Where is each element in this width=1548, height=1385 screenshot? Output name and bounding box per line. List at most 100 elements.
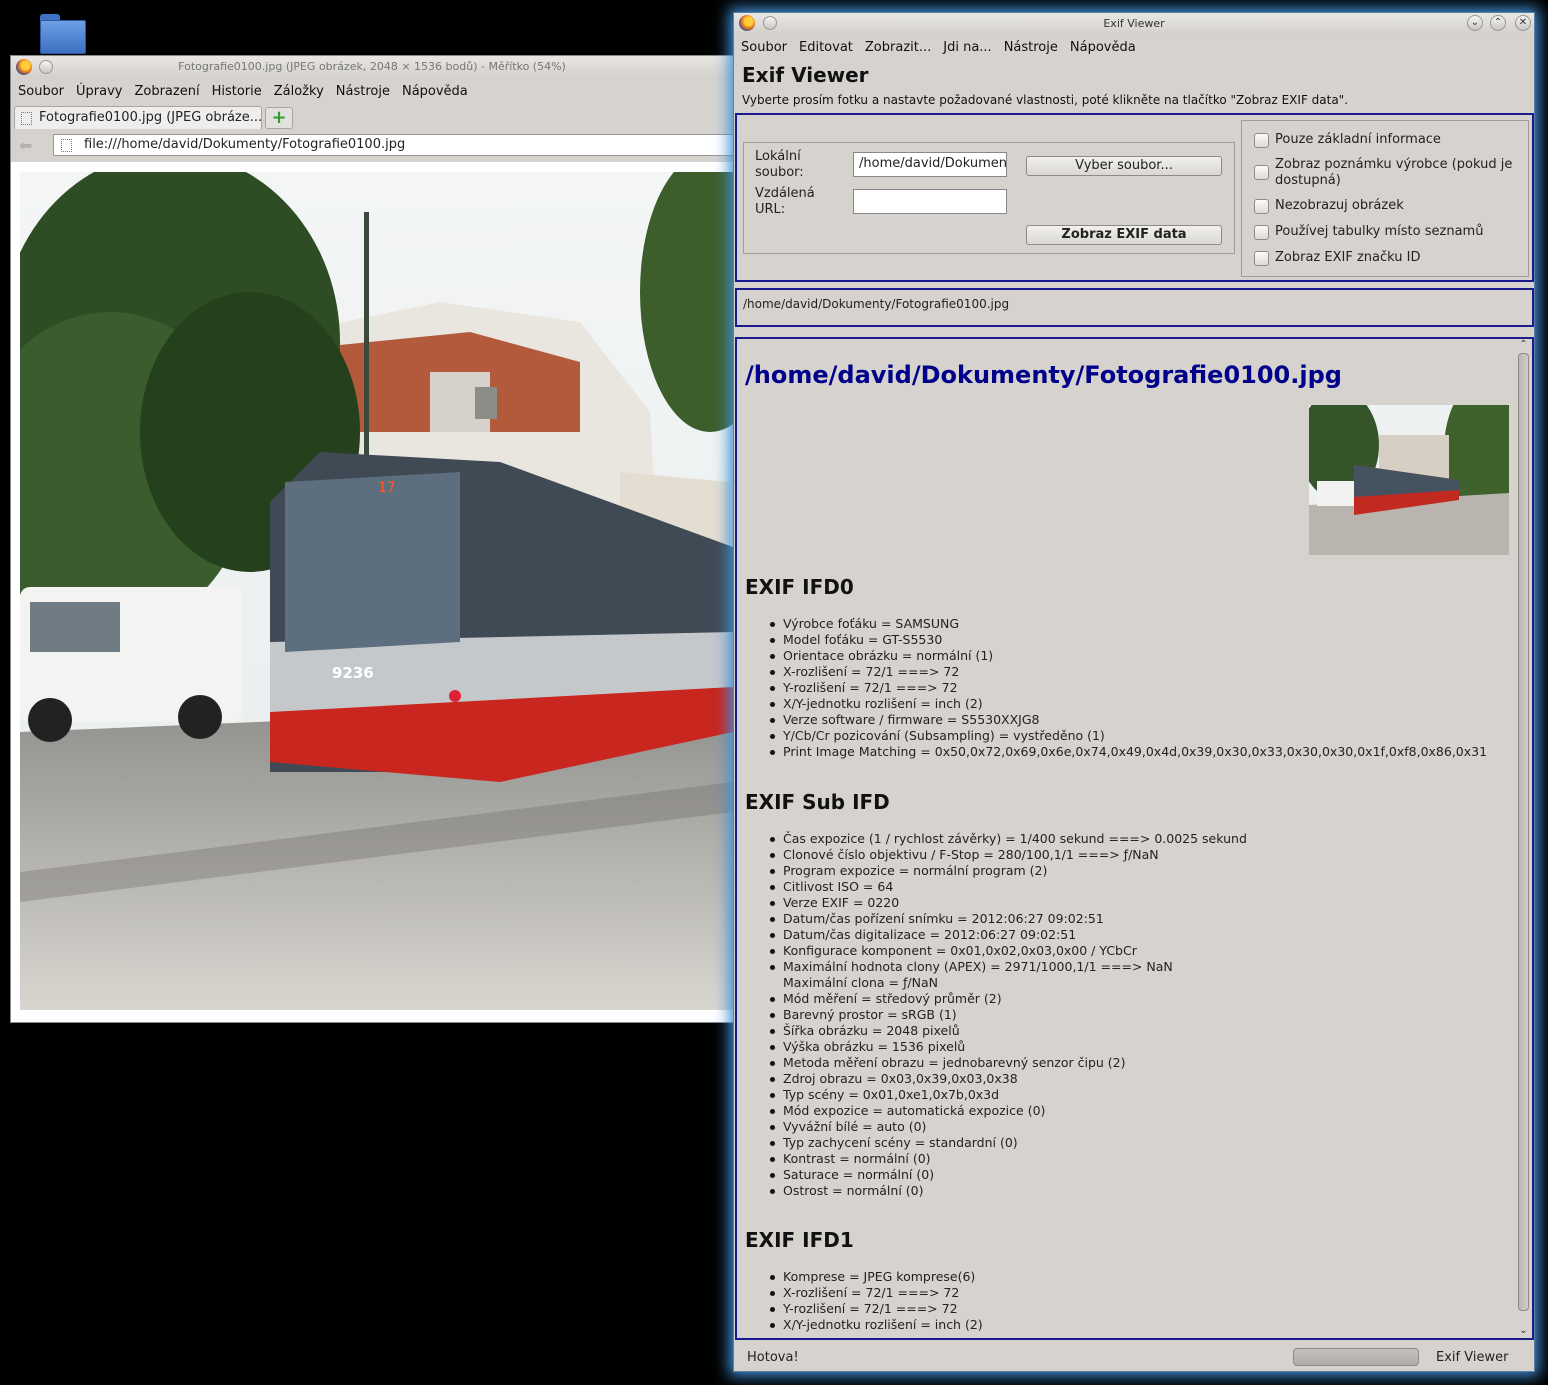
menu-zobrazit[interactable]: Zobrazit... (865, 40, 931, 55)
option-tag-id-checkbox[interactable] (1254, 251, 1269, 266)
remote-url-label: Vzdálená URL: (755, 186, 815, 217)
menu-soubor[interactable]: Soubor (18, 84, 64, 99)
page-icon (61, 139, 72, 152)
option-tables-label: Používej tabulky místo seznamů (1275, 224, 1484, 239)
list-item: Barevný prostor = sRGB (1) (770, 1007, 1247, 1023)
list-item: Zdroj obrazu = 0x03,0x39,0x03,0x38 (770, 1071, 1247, 1087)
option-basic-label: Pouze základní informace (1275, 132, 1441, 147)
tram-photo[interactable]: 9236 17 (20, 172, 733, 1010)
list-item: Šířka obrázku = 2048 pixelů (770, 1023, 1247, 1039)
menu-historie[interactable]: Historie (212, 84, 262, 99)
list-item: X/Y-jednotku rozlišení = inch (2) (769, 696, 1487, 712)
list-item: Typ scény = 0x01,0xe1,0x7b,0x3d (770, 1087, 1247, 1103)
browser-content: 9236 17 (11, 162, 733, 1022)
menu-jdi-na[interactable]: Jdi na... (943, 40, 991, 55)
close-icon[interactable]: ✕ (1515, 15, 1531, 31)
menu-napoveda[interactable]: Nápověda (402, 84, 468, 99)
status-app-name: Exif Viewer (1436, 1350, 1509, 1365)
menu-napoveda[interactable]: Nápověda (1070, 40, 1136, 55)
scrollbar-thumb[interactable] (1518, 353, 1529, 1311)
nav-bar: ⬅ file:///home/david/Dokumenty/Fotografi… (11, 130, 735, 160)
show-exif-button[interactable]: Zobraz EXIF data (1026, 225, 1222, 245)
tab-fotografie[interactable]: Fotografie0100.jpg (JPEG obráze... (14, 106, 262, 129)
back-arrow-icon[interactable]: ⬅ (19, 136, 32, 155)
ifd0-list: Výrobce foťáku = SAMSUNG Model foťáku = … (769, 616, 1487, 760)
tram-line: 17 (378, 480, 396, 496)
output-frame: /home/david/Dokumenty/Fotografie0100.jpg… (735, 337, 1534, 1340)
option-basic-checkbox[interactable] (1254, 133, 1269, 148)
choose-file-button[interactable]: Vyber soubor... (1026, 156, 1222, 176)
sub-ifd-list: Čas expozice (1 / rychlost závěrky) = 1/… (770, 831, 1247, 1199)
scroll-up-icon[interactable]: ⌃ (1515, 339, 1532, 351)
local-file-label: Lokální soubor: (755, 149, 804, 180)
list-item: Verze software / firmware = S5530XXJG8 (769, 712, 1487, 728)
menu-upravy[interactable]: Úpravy (76, 84, 122, 99)
list-item: Datum/čas digitalizace = 2012:06:27 09:0… (770, 927, 1247, 943)
list-item: Clonové číslo objektivu / F-Stop = 280/1… (770, 847, 1247, 863)
list-item: Mód expozice = automatická expozice (0) (770, 1103, 1247, 1119)
option-maker-note-label: Zobraz poznámku výrobce (pokud je dostup… (1275, 157, 1513, 188)
option-no-image-label: Nezobrazuj obrázek (1275, 198, 1404, 213)
ifd1-list: Komprese = JPEG komprese(6) X-rozlišení … (770, 1269, 983, 1333)
tab-bar: Fotografie0100.jpg (JPEG obráze... + (11, 104, 733, 130)
path-frame: /home/david/Dokumenty/Fotografie0100.jpg (735, 288, 1534, 327)
list-item: Kontrast = normální (0) (770, 1151, 1247, 1167)
menu-nastroje[interactable]: Nástroje (336, 84, 390, 99)
output-scrollbar[interactable]: ⌃ ⌄ (1515, 339, 1532, 1338)
browser-window: Fotografie0100.jpg (JPEG obrázek, 2048 ×… (10, 55, 735, 1023)
browser-menubar: Soubor Úpravy Zobrazení Historie Záložky… (11, 78, 733, 104)
list-item: X-rozlišení = 72/1 ===> 72 (770, 1285, 983, 1301)
new-tab-button[interactable]: + (265, 107, 293, 129)
photo-thumbnail (1309, 405, 1509, 555)
section-heading-ifd1: EXIF IFD1 (745, 1228, 854, 1252)
list-item: Saturace = normální (0) (770, 1167, 1247, 1183)
list-item: Čas expozice (1 / rychlost závěrky) = 1/… (770, 831, 1247, 846)
minimize-icon[interactable]: ⌄ (1467, 15, 1483, 31)
form-frame: Lokální soubor: /home/david/Dokumenty/Fo… (735, 113, 1534, 282)
list-item: X-rozlišení = 72/1 ===> 72 (769, 664, 1487, 680)
maximize-icon[interactable]: ⌃ (1490, 15, 1506, 31)
list-item: Metoda měření obrazu = jednobarevný senz… (770, 1055, 1247, 1071)
option-maker-note-checkbox[interactable] (1254, 165, 1269, 180)
list-item: Vyvážní bílé = auto (0) (770, 1119, 1247, 1135)
menu-zobrazeni[interactable]: Zobrazení (134, 84, 199, 99)
list-item: Datum/čas pořízení snímku = 2012:06:27 0… (770, 911, 1247, 927)
status-bar: Hotova! Exif Viewer (734, 1343, 1534, 1371)
intro-text: Vyberte prosím fotku a nastavte požadova… (742, 93, 1349, 107)
menu-nastroje[interactable]: Nástroje (1004, 40, 1058, 55)
section-heading-sub-ifd: EXIF Sub IFD (745, 790, 890, 814)
list-item: Mód měření = středový průměr (2) (770, 991, 1247, 1007)
local-file-input[interactable]: /home/david/Dokumenty/Fotografie0100.jpg (853, 152, 1007, 177)
exif-titlebar[interactable]: Exif Viewer ⌄ ⌃ ✕ (734, 13, 1534, 35)
list-item: Výrobce foťáku = SAMSUNG (769, 616, 1487, 632)
url-text: file:///home/david/Dokumenty/Fotografie0… (84, 137, 406, 152)
file-selection-group: Lokální soubor: /home/david/Dokumenty/Fo… (743, 142, 1235, 254)
list-item: X/Y-jednotku rozlišení = inch (2) (770, 1317, 983, 1332)
page-icon (21, 112, 32, 125)
tab-label: Fotografie0100.jpg (JPEG obráze... (39, 110, 262, 125)
list-item: Citlivost ISO = 64 (770, 879, 1247, 895)
menu-editovat[interactable]: Editovat (799, 40, 853, 55)
status-text: Hotova! (747, 1350, 799, 1365)
exif-viewer-window: Exif Viewer ⌄ ⌃ ✕ Soubor Editovat Zobraz… (733, 12, 1535, 1372)
browser-title: Fotografie0100.jpg (JPEG obrázek, 2048 ×… (178, 60, 566, 73)
list-item: Typ zachycení scény = standardní (0) (770, 1135, 1247, 1151)
scroll-down-icon[interactable]: ⌄ (1515, 1325, 1532, 1337)
list-item: Komprese = JPEG komprese(6) (770, 1269, 983, 1285)
option-tables-checkbox[interactable] (1254, 225, 1269, 240)
section-heading-ifd0: EXIF IFD0 (745, 575, 854, 599)
progress-bar (1293, 1348, 1419, 1366)
menu-soubor[interactable]: Soubor (741, 40, 787, 55)
list-item: Maximální clona = ƒ/NaN (783, 975, 938, 990)
list-item: Verze EXIF = 0220 (770, 895, 1247, 911)
url-bar[interactable]: file:///home/david/Dokumenty/Fotografie0… (53, 134, 735, 156)
desktop-folder-icon[interactable] (40, 14, 86, 54)
list-item: Konfigurace komponent = 0x01,0x02,0x03,0… (770, 943, 1247, 959)
browser-titlebar[interactable]: Fotografie0100.jpg (JPEG obrázek, 2048 ×… (11, 56, 733, 78)
remote-url-input[interactable] (853, 189, 1007, 214)
list-item: Orientace obrázku = normální (1) (769, 648, 1487, 664)
list-item: Y/Cb/Cr pozicování (Subsampling) = vystř… (769, 728, 1487, 744)
output-content: /home/david/Dokumenty/Fotografie0100.jpg… (737, 339, 1514, 1338)
menu-zalozky[interactable]: Záložky (274, 84, 324, 99)
option-no-image-checkbox[interactable] (1254, 199, 1269, 214)
